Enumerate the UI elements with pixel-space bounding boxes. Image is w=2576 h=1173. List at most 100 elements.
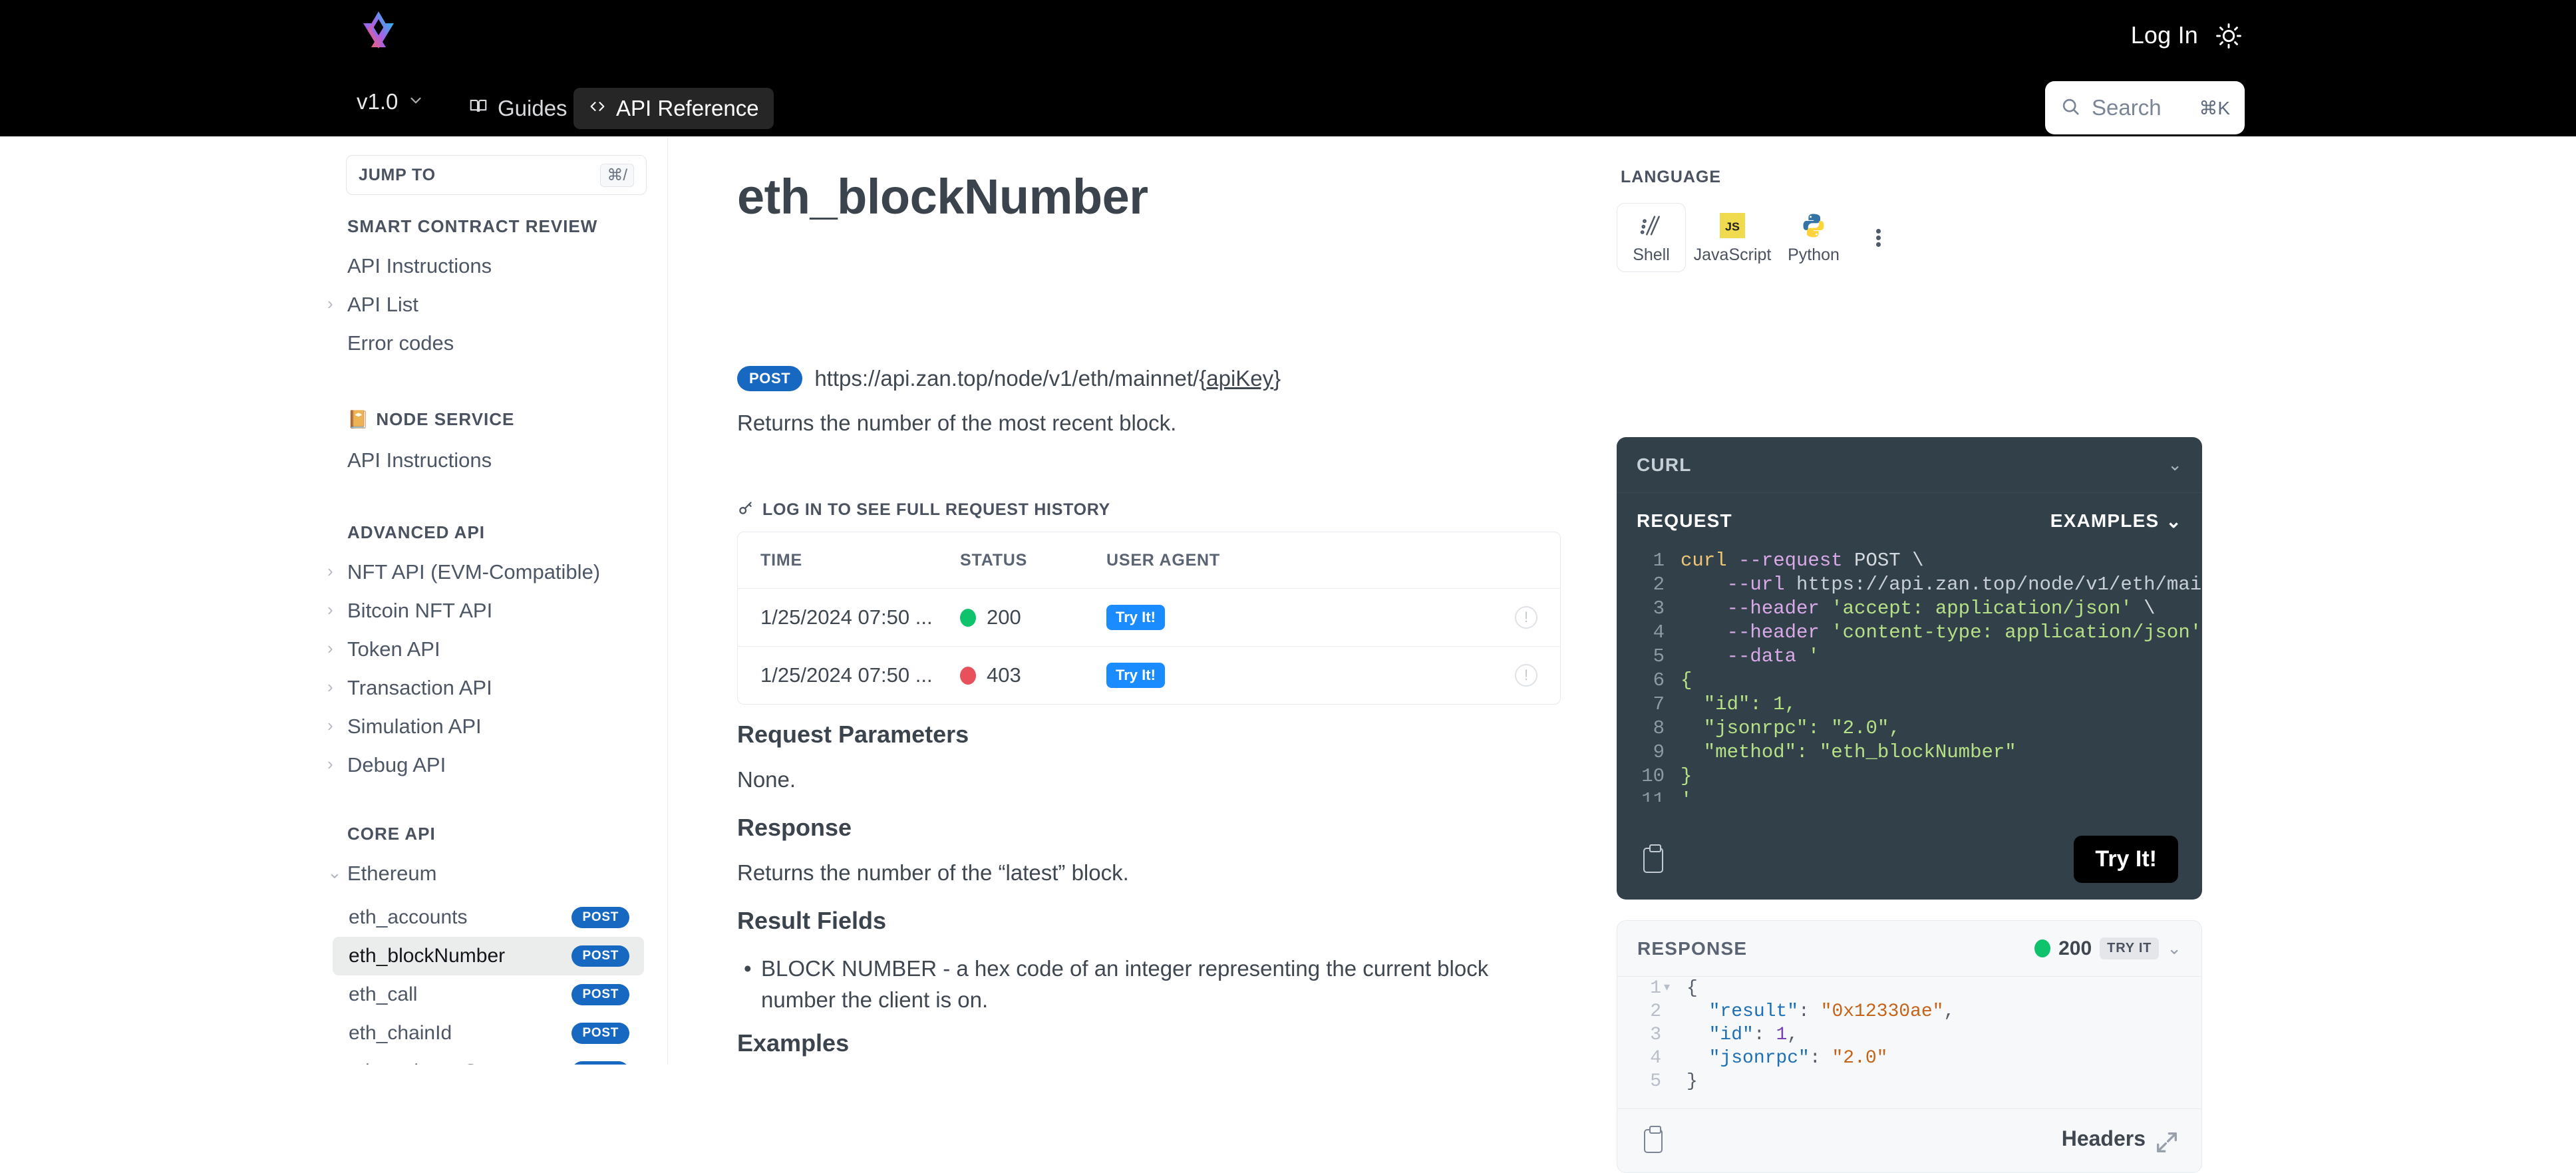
sidebar-method-eth-blocknumber[interactable]: eth_blockNumber POST — [333, 937, 644, 975]
chevron-right-icon: › — [327, 561, 333, 581]
response-code-block: 1 ▾{2 "result": "0x12330ae", 3 "id": 1, 4 "… — [1617, 977, 2201, 1110]
sidebar-item-debug-api[interactable]: › Debug API — [327, 753, 446, 777]
chevron-right-icon: › — [327, 599, 333, 619]
jump-to-shortcut: ⌘/ — [600, 163, 634, 187]
sidebar-method-eth-chainid[interactable]: eth_chainId POST — [333, 1014, 644, 1053]
language-tab-python[interactable]: Python — [1779, 203, 1848, 272]
sidebar-item-label: API Instructions — [347, 254, 492, 277]
chevron-right-icon: › — [327, 754, 333, 774]
code-line: 3 --header 'accept: application/json' \ — [1617, 597, 2202, 621]
sidebar-item-api-instructions-scr[interactable]: API Instructions — [347, 254, 492, 278]
sidebar-item-error-codes[interactable]: Error codes — [347, 331, 454, 355]
chevron-down-icon[interactable]: ⌄ — [2167, 938, 2181, 959]
cell-time: 1/25/2024 07:50 ... — [760, 605, 933, 629]
try-it-button-row-2[interactable]: Try It! — [1106, 663, 1165, 688]
sidebar-item-label: Debug API — [347, 753, 446, 776]
endpoint-url-suffix: } — [1273, 366, 1281, 391]
method-name: eth_accounts — [349, 906, 468, 928]
response-card-footer: Headers — [1617, 1108, 2201, 1172]
sidebar-item-token-api[interactable]: › Token API — [327, 637, 440, 661]
examples-label: EXAMPLES — [2050, 510, 2160, 531]
cell-time: 1/25/2024 07:50 ... — [760, 663, 933, 687]
code-text: --header 'content-type: application/json… — [1681, 621, 2202, 643]
request-subheader: REQUEST EXAMPLES ⌄ — [1617, 493, 2202, 549]
status-code: 403 — [987, 663, 1021, 687]
chevron-down-icon[interactable]: ⌄ — [2168, 454, 2182, 475]
sidebar-method-eth-call[interactable]: eth_call POST — [333, 975, 644, 1014]
info-icon[interactable]: ! — [1515, 664, 1537, 687]
expand-icon[interactable] — [2154, 1129, 2180, 1156]
chevron-right-icon: › — [327, 715, 333, 735]
line-number: 9 — [1653, 741, 1665, 763]
sidebar-item-api-list[interactable]: › API List — [327, 293, 418, 317]
fold-toggle-icon[interactable]: ▾ — [1664, 977, 1670, 1000]
try-it-button-row-1[interactable]: Try It! — [1106, 605, 1165, 630]
sidebar-item-label: Simulation API — [347, 715, 482, 738]
response-status-code: 200 — [2058, 937, 2092, 959]
response-status: 200 TRY IT ⌄ — [2034, 937, 2181, 960]
line-number: 4 — [1650, 1048, 1661, 1069]
heading-examples: Examples — [737, 1029, 850, 1057]
cell-status: 200 — [960, 605, 1106, 629]
line-number: 8 — [1653, 717, 1665, 739]
status-dot-red — [960, 666, 976, 685]
search-input[interactable]: Search ⌘K — [2045, 81, 2245, 134]
copy-icon[interactable] — [1643, 844, 1663, 873]
sidebar-item-simulation-api[interactable]: › Simulation API — [327, 715, 482, 739]
code-line: 6{ — [1617, 669, 2202, 693]
line-number: 11 — [1641, 789, 1665, 802]
section-title: NODE SERVICE — [376, 409, 515, 429]
code-line: 4 --header 'content-type: application/js… — [1617, 621, 2202, 645]
try-it-badge[interactable]: TRY IT — [2100, 937, 2160, 959]
nav-item-guides[interactable]: Guides — [454, 88, 582, 129]
language-tab-javascript[interactable]: JS JavaScript — [1694, 203, 1771, 272]
sidebar-item-api-instructions-node[interactable]: API Instructions — [347, 448, 492, 472]
code-line: 2 --url https://api.zan.top/node/v1/eth/… — [1617, 573, 2202, 597]
code-text: --url https://api.zan.top/node/v1/eth/ma… — [1681, 574, 2202, 595]
page-title: eth_blockNumber — [737, 169, 1148, 224]
heading-result-fields: Result Fields — [737, 907, 887, 934]
log-in-button[interactable]: Log In — [2131, 21, 2198, 49]
method-name: eth_estimateGas — [349, 1061, 500, 1065]
table-row[interactable]: 1/25/2024 07:50 ... 200 Try It! ! — [738, 588, 1560, 646]
table-header: TIME STATUS USER AGENT — [738, 532, 1560, 588]
line-number: 7 — [1653, 693, 1665, 715]
copy-icon[interactable] — [1644, 1126, 1663, 1153]
sidebar-item-bitcoin-nft-api[interactable]: › Bitcoin NFT API — [327, 599, 492, 623]
sidebar-section-node-service: 📔 NODE SERVICE — [347, 409, 514, 430]
info-icon[interactable]: ! — [1515, 606, 1537, 629]
sidebar-item-nft-api[interactable]: › NFT API (EVM-Compatible) — [327, 560, 601, 584]
sidebar-method-eth-estimategas[interactable]: eth_estimateGas POST — [333, 1053, 644, 1065]
chevron-right-icon: › — [327, 293, 333, 313]
login-history-notice[interactable]: LOG IN TO SEE FULL REQUEST HISTORY — [737, 499, 1110, 521]
examples-dropdown[interactable]: EXAMPLES ⌄ — [2050, 510, 2182, 532]
search-shortcut: ⌘K — [2199, 97, 2230, 118]
try-it-button[interactable]: Try It! — [2074, 836, 2178, 883]
kebab-menu-icon[interactable] — [1860, 203, 1896, 272]
zan-logo[interactable] — [357, 11, 401, 59]
endpoint-url-prefix: https://api.zan.top/node/v1/eth/mainnet/… — [814, 366, 1207, 391]
request-card-header[interactable]: CURL ⌄ — [1617, 437, 2202, 493]
chevron-down-icon: ⌄ — [327, 862, 342, 882]
request-card-title: CURL — [1637, 454, 1692, 475]
table-row[interactable]: 1/25/2024 07:50 ... 403 Try It! ! — [738, 646, 1560, 704]
method-name: eth_blockNumber — [349, 945, 506, 967]
code-line: 2 "result": "0x12330ae", — [1617, 1000, 2201, 1023]
line-number: 1 — [1650, 978, 1661, 999]
code-line: 11 ' — [1617, 788, 2202, 802]
language-tab-shell[interactable]: Shell — [1617, 203, 1686, 272]
code-text: --data ' — [1681, 645, 1820, 667]
sidebar-item-transaction-api[interactable]: › Transaction API — [327, 676, 492, 700]
headers-button[interactable]: Headers — [2062, 1126, 2146, 1151]
code-line: 8 "jsonrpc": "2.0", — [1617, 717, 2202, 741]
version-selector[interactable]: v1.0 — [357, 89, 424, 114]
sidebar-method-eth-accounts[interactable]: eth_accounts POST — [333, 898, 644, 937]
sidebar-group-ethereum[interactable]: ⌄ Ethereum — [327, 862, 436, 886]
column-header-user-agent: USER AGENT — [1106, 550, 1220, 570]
nav-item-api-reference[interactable]: API Reference — [573, 88, 774, 129]
sidebar-item-label: NFT API (EVM-Compatible) — [347, 560, 601, 584]
jump-to-input[interactable]: JUMP TO ⌘/ — [346, 155, 647, 195]
endpoint-description: Returns the number of the most recent bl… — [737, 411, 1177, 435]
chevron-right-icon: › — [327, 638, 333, 658]
sun-icon[interactable] — [2214, 21, 2243, 51]
